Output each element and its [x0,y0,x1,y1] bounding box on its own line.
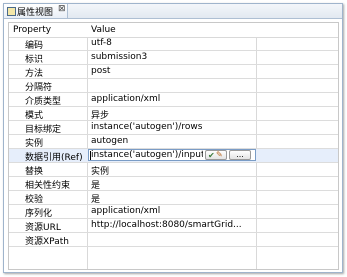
property-row-mode[interactable]: 模式 异步 [9,107,338,121]
browse-button[interactable]: ... [229,150,251,160]
property-name: 实例 [25,139,44,149]
pencil-icon: ✎ [216,150,223,159]
ref-value-input[interactable]: instance('autogen')/input3 [91,150,203,160]
tab-properties-view[interactable]: 属性视图 ⊠ [4,4,68,18]
property-value[interactable]: utf-8 [91,38,247,48]
property-row-target-binding[interactable]: 目标绑定 instance('autogen')/rows [9,121,338,135]
property-row-resource-xpath[interactable]: 资源XPath [9,233,338,247]
property-row-serialization[interactable]: 序列化 application/xml [9,205,338,219]
xpath-editor-button[interactable]: ✔ ✎ [205,150,227,160]
property-value[interactable]: post [91,66,247,76]
view-tabstrip: 属性视图 ⊠ [4,4,342,19]
property-row-resource-url[interactable]: 资源URL http://localhost:8080/smartGrid... [9,219,338,233]
property-row-replace[interactable]: 替换 实例 [9,163,338,177]
property-value[interactable]: autogen [91,136,247,146]
property-name: 校验 [25,195,44,205]
property-row-relevance[interactable]: 相关性约束 是 [9,177,338,191]
property-name: 替换 [25,167,44,177]
ref-value-editor[interactable]: instance('autogen')/input3 ✔ ✎ ... [88,149,256,161]
property-name: 介质类型 [25,97,62,107]
property-value[interactable]: application/xml [91,206,247,216]
close-icon[interactable]: ⊠ [58,4,66,14]
header-value[interactable]: Value [91,25,116,35]
properties-view-icon [7,7,16,16]
property-name: 资源XPath [25,237,69,247]
property-row-id[interactable]: 标识 submission3 [9,51,338,65]
property-value[interactable]: 是 [91,192,247,205]
property-name: 编码 [25,41,44,51]
property-name: 模式 [25,111,44,121]
property-name: 资源URL [25,223,61,233]
property-name: 目标绑定 [25,125,62,135]
property-grid: Property Value 编码 utf-8 标识 submission3 方法 p… [8,22,339,270]
property-value[interactable]: 实例 [91,164,247,177]
property-row-ref[interactable]: 数据引用(Ref) instance('autogen')/input3 ✔ ✎… [9,149,338,163]
property-row-method[interactable]: 方法 post [9,65,338,79]
property-row-instance[interactable]: 实例 autogen [9,135,338,149]
grid-header: Property Value [9,23,338,38]
property-value[interactable]: application/xml [91,94,247,104]
property-name: 方法 [25,69,44,79]
checkmark-icon: ✔ [208,151,215,160]
property-row-separator[interactable]: 分隔符 [9,79,338,93]
tab-label: 属性视图 [17,8,54,18]
property-name: 标识 [25,55,44,65]
property-name: 相关性约束 [25,181,71,191]
property-value[interactable]: http://localhost:8080/smartGrid... [91,220,247,230]
property-row-encoding[interactable]: 编码 utf-8 [9,37,338,51]
properties-view: 属性视图 ⊠ Property Value 编码 utf-8 标识 submissi… [3,3,343,273]
header-property[interactable]: Property [13,25,51,35]
property-name: 分隔符 [25,83,53,93]
property-value[interactable]: submission3 [91,52,247,62]
property-row-validate[interactable]: 校验 是 [9,191,338,205]
property-name: 数据引用(Ref) [25,153,83,163]
property-name: 序列化 [25,209,53,219]
property-value[interactable]: 异步 [91,108,247,121]
property-value[interactable]: instance('autogen')/rows [91,122,247,132]
property-row-mediatype[interactable]: 介质类型 application/xml [9,93,338,107]
property-value[interactable]: 是 [91,178,247,191]
